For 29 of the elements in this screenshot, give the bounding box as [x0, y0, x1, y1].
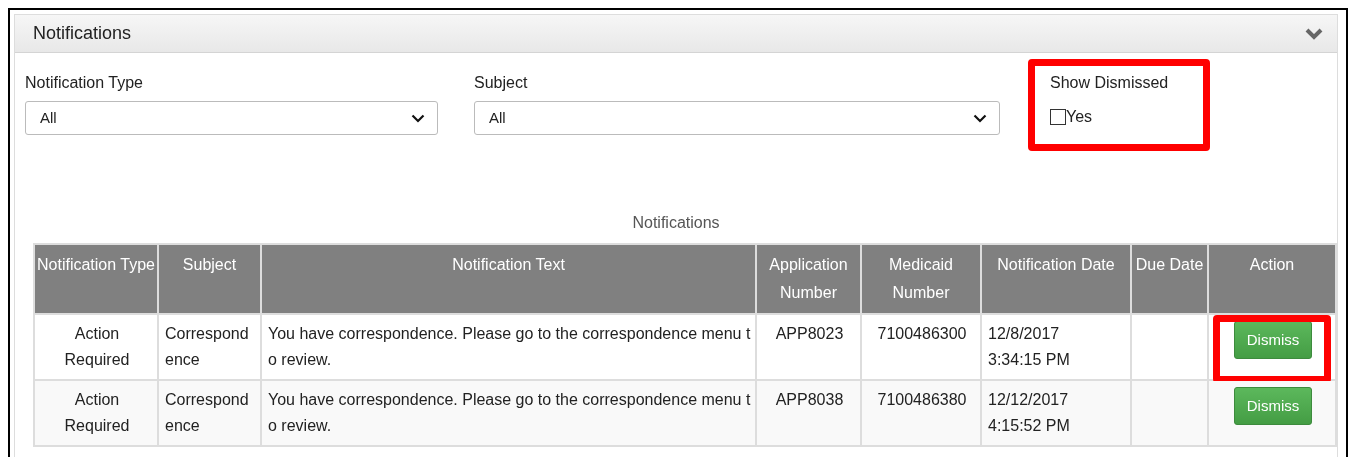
column-header: Action: [1208, 244, 1336, 314]
filter-label: Notification Type: [25, 73, 144, 93]
chevron-down-icon: [411, 113, 425, 123]
panel-title: Notifications: [33, 22, 132, 45]
table-cell: APP8038: [756, 380, 861, 446]
date-text: 12/8/2017: [988, 324, 1061, 344]
table-cell: You have correspondence. Please go to the correspondence menu to review.: [261, 380, 756, 446]
table-cell: Action Required: [34, 380, 158, 446]
time-text: 4:15:52 PM: [988, 416, 1071, 436]
column-header: Subject: [158, 244, 261, 314]
column-header: Medicaid Number: [861, 244, 981, 314]
column-header: Notification Type: [34, 244, 158, 314]
table-caption: Notifications: [631, 213, 721, 233]
column-header: Notification Text: [261, 244, 756, 314]
select-field[interactable]: All: [25, 101, 438, 135]
collapse-chevron-icon[interactable]: [1305, 27, 1323, 40]
time-text: 3:34:15 PM: [988, 350, 1071, 370]
chevron-down-icon: [973, 113, 987, 123]
table-cell: Correspondence: [158, 380, 261, 446]
column-header: Notification Date: [981, 244, 1131, 314]
checkbox[interactable]: [1050, 109, 1066, 125]
filter-label: Show Dismissed: [1050, 73, 1170, 93]
column-header: Due Date: [1131, 244, 1208, 314]
date-text: 12/12/2017: [988, 390, 1070, 410]
filter-label: Subject: [474, 73, 529, 93]
checkbox-label: Yes: [1066, 107, 1093, 127]
table-cell: 7100486380: [861, 380, 981, 446]
column-header: Application Number: [756, 244, 861, 314]
select-field[interactable]: All: [474, 101, 1000, 135]
